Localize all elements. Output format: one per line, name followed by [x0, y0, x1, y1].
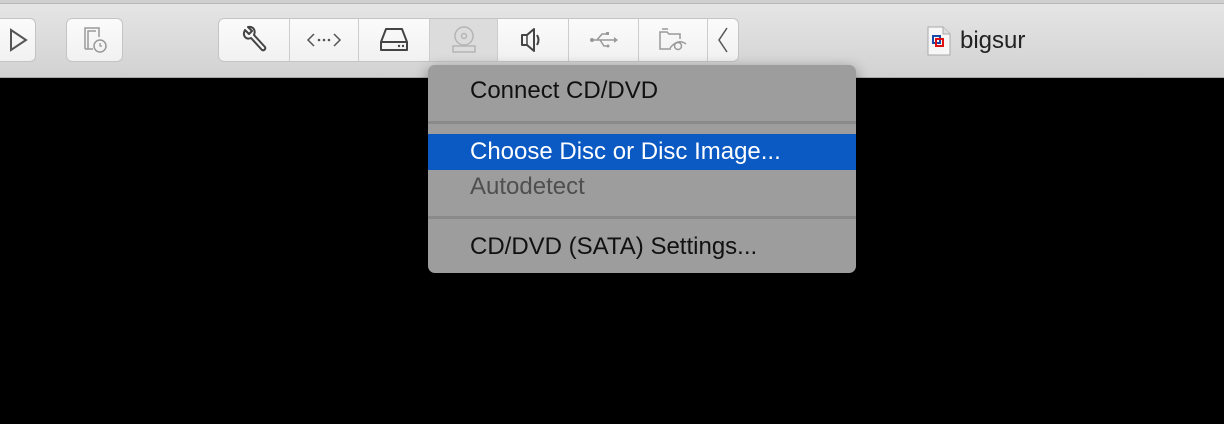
- usb-icon: [589, 32, 618, 48]
- shared-folder-icon: [659, 28, 687, 51]
- menu-item-choose-disc-image[interactable]: Choose Disc or Disc Image...: [428, 134, 856, 170]
- device-toolbar: [218, 18, 739, 62]
- menu-item-cd-dvd-settings[interactable]: CD/DVD (SATA) Settings...: [428, 229, 856, 265]
- snapshot-icon: [83, 27, 107, 53]
- menu-item-connect-cd-dvd[interactable]: Connect CD/DVD: [428, 73, 856, 109]
- sound-button[interactable]: [498, 19, 569, 61]
- cd-dvd-icon: [451, 26, 476, 53]
- shared-folder-button[interactable]: [639, 19, 709, 61]
- cd-dvd-menu: Connect CD/DVD Choose Disc or Disc Image…: [428, 65, 856, 273]
- play-icon: [10, 28, 28, 52]
- hard-disk-icon: [380, 28, 409, 51]
- window-title: bigsur: [927, 26, 1025, 56]
- top-strip: [0, 0, 1224, 4]
- window-title-text: bigsur: [960, 27, 1026, 54]
- wrench-icon: [242, 25, 267, 52]
- chevron-left-icon: [718, 27, 728, 53]
- play-button[interactable]: [0, 18, 36, 62]
- settings-button[interactable]: [219, 19, 290, 61]
- collapse-toolbar-button[interactable]: [708, 19, 738, 61]
- menu-item-autodetect: Autodetect: [470, 173, 585, 200]
- usb-button[interactable]: [569, 19, 640, 61]
- speaker-icon: [520, 28, 540, 52]
- cd-dvd-button[interactable]: [430, 19, 498, 61]
- menu-separator: [428, 121, 856, 124]
- snapshot-button[interactable]: [66, 18, 123, 62]
- hard-disk-button[interactable]: [359, 19, 431, 61]
- vm-document-icon: [927, 26, 951, 56]
- network-icon: [307, 33, 342, 47]
- network-button[interactable]: [290, 19, 360, 61]
- menu-separator: [428, 216, 856, 219]
